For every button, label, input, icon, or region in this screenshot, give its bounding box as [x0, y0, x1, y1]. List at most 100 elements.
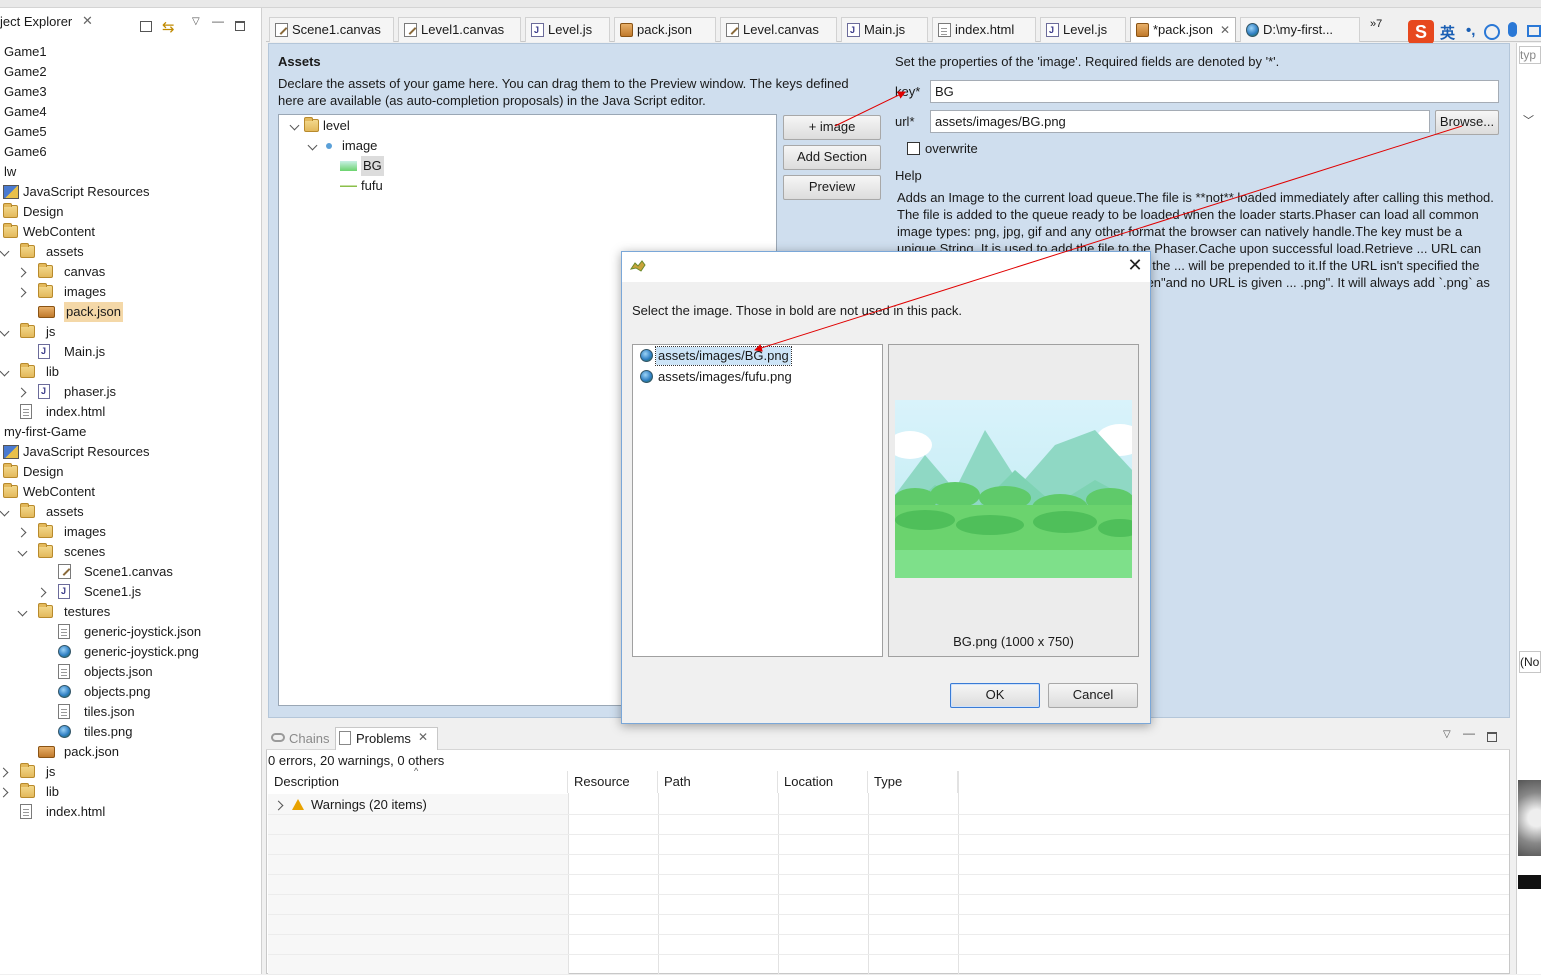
ime-language-toggle[interactable]: 英 — [1440, 22, 1455, 43]
editor-tab[interactable]: Level.js — [1040, 17, 1126, 42]
explorer-row[interactable]: Game4 — [0, 102, 260, 122]
close-icon[interactable]: ✕ — [1220, 18, 1230, 42]
overwrite-checkbox[interactable] — [907, 142, 920, 155]
maximize-icon[interactable] — [1487, 732, 1497, 742]
chevron-right-icon[interactable] — [18, 527, 28, 537]
editor-tab[interactable]: Level1.canvas — [398, 17, 521, 42]
chevron-right-icon[interactable] — [275, 800, 285, 810]
explorer-row[interactable]: images — [0, 282, 260, 302]
chevron-right-icon[interactable] — [38, 587, 48, 597]
column-header[interactable]: Location — [778, 771, 868, 793]
filter-input[interactable]: typ — [1519, 46, 1541, 64]
explorer-row[interactable]: objects.json — [0, 662, 260, 682]
minimize-icon[interactable]: — — [212, 14, 224, 28]
explorer-row[interactable]: lib — [0, 362, 260, 382]
ime-logo-icon[interactable]: S — [1408, 20, 1434, 44]
explorer-row[interactable]: Game5 — [0, 122, 260, 142]
chevron-down-icon[interactable]: ﹀ — [1523, 112, 1534, 128]
explorer-row[interactable]: Scene1.js — [0, 582, 260, 602]
link-editor-icon[interactable]: ⇆ — [162, 18, 175, 36]
url-input[interactable]: assets/images/BG.png — [930, 110, 1430, 133]
tabs-overflow-indicator[interactable]: »7 — [1370, 18, 1382, 30]
explorer-row[interactable]: pack.json — [0, 742, 260, 762]
collapse-all-icon[interactable] — [140, 21, 152, 32]
explorer-row[interactable]: tiles.json — [0, 702, 260, 722]
explorer-row[interactable]: js — [0, 762, 260, 782]
maximize-icon[interactable] — [235, 21, 245, 31]
column-header[interactable]: Resource — [568, 771, 658, 793]
explorer-row[interactable]: Game6 — [0, 142, 260, 162]
editor-tab[interactable]: Level.canvas — [720, 17, 837, 42]
explorer-row[interactable]: index.html — [0, 402, 260, 422]
chevron-right-icon[interactable] — [18, 267, 28, 277]
preview-button[interactable]: Preview — [783, 175, 881, 200]
close-icon[interactable]: ✕ — [82, 13, 93, 29]
explorer-row[interactable]: scenes — [0, 542, 260, 562]
editor-tab[interactable]: Level.js — [525, 17, 610, 42]
table-row[interactable]: Warnings (20 items) — [268, 795, 568, 815]
close-icon[interactable]: ✕ — [418, 730, 428, 744]
add-image-button[interactable]: + image — [783, 115, 881, 140]
explorer-row[interactable]: js — [0, 322, 260, 342]
explorer-row[interactable]: objects.png — [0, 682, 260, 702]
explorer-row[interactable]: generic-joystick.png — [0, 642, 260, 662]
explorer-row[interactable]: WebContent — [0, 482, 260, 502]
editor-tab[interactable]: Scene1.canvas — [269, 17, 394, 42]
ok-button[interactable]: OK — [950, 683, 1040, 708]
explorer-row[interactable]: generic-joystick.json — [0, 622, 260, 642]
explorer-row[interactable]: JavaScript Resources — [0, 182, 260, 202]
explorer-row[interactable]: WebContent — [0, 222, 260, 242]
asset-tree-row[interactable]: level — [280, 116, 770, 136]
explorer-row[interactable]: Main.js — [0, 342, 260, 362]
explorer-row[interactable]: lw — [0, 162, 260, 182]
add-section-button[interactable]: Add Section — [783, 145, 881, 170]
chevron-down-icon[interactable] — [0, 367, 10, 377]
tab-chains[interactable]: Chains — [289, 731, 329, 746]
explorer-row[interactable]: pack.json — [0, 302, 260, 322]
explorer-row[interactable]: phaser.js — [0, 382, 260, 402]
chevron-down-icon[interactable] — [18, 547, 28, 557]
explorer-row[interactable]: my-first-Game — [0, 422, 260, 442]
chevron-right-icon[interactable] — [18, 287, 28, 297]
view-menu-icon[interactable]: ▽ — [1443, 729, 1451, 740]
explorer-row[interactable]: index.html — [0, 802, 260, 822]
chevron-right-icon[interactable] — [0, 787, 10, 797]
explorer-row[interactable]: lib — [0, 782, 260, 802]
dialog-titlebar[interactable] — [622, 252, 1150, 282]
sort-ascending-icon[interactable]: ^ — [414, 766, 418, 776]
explorer-row[interactable]: Design — [0, 202, 260, 222]
ime-punctuation-icon[interactable]: •, — [1466, 22, 1475, 39]
tab-problems[interactable]: Problems — [356, 731, 411, 746]
image-list[interactable] — [632, 344, 883, 657]
chevron-down-icon[interactable] — [290, 121, 300, 131]
view-menu-icon[interactable]: ▽ — [192, 16, 200, 27]
chevron-right-icon[interactable] — [18, 387, 28, 397]
chevron-down-icon[interactable] — [0, 507, 10, 517]
explorer-row[interactable]: Design — [0, 462, 260, 482]
editor-tab[interactable]: index.html — [932, 17, 1036, 42]
editor-tab[interactable]: pack.json — [614, 17, 716, 42]
dialog-close-icon[interactable]: ✕ — [1126, 254, 1144, 276]
right-combo[interactable]: (No — [1519, 651, 1541, 673]
project-explorer-title[interactable]: ject Explorer — [0, 14, 72, 29]
column-header[interactable]: Type — [868, 771, 958, 793]
chevron-right-icon[interactable] — [0, 767, 10, 777]
editor-tab[interactable]: *pack.json ✕ — [1130, 17, 1236, 42]
browse-button[interactable]: Browse... — [1435, 110, 1499, 135]
editor-tab[interactable]: D:\my-first... — [1240, 17, 1360, 42]
explorer-row[interactable]: tiles.png — [0, 722, 260, 742]
explorer-row[interactable]: JavaScript Resources — [0, 442, 260, 462]
ime-emoji-icon[interactable] — [1484, 24, 1500, 40]
asset-tree-row[interactable]: BG — [280, 156, 770, 176]
ime-keyboard-icon[interactable] — [1527, 25, 1541, 37]
explorer-row[interactable]: testures — [0, 602, 260, 622]
explorer-row[interactable]: assets — [0, 502, 260, 522]
column-header[interactable]: Path — [658, 771, 778, 793]
explorer-row[interactable]: Game1 — [0, 42, 260, 62]
explorer-row[interactable]: images — [0, 522, 260, 542]
chevron-down-icon[interactable] — [0, 327, 10, 337]
explorer-row[interactable]: Scene1.canvas — [0, 562, 260, 582]
cancel-button[interactable]: Cancel — [1048, 683, 1138, 708]
chevron-down-icon[interactable] — [18, 607, 28, 617]
explorer-row[interactable]: canvas — [0, 262, 260, 282]
